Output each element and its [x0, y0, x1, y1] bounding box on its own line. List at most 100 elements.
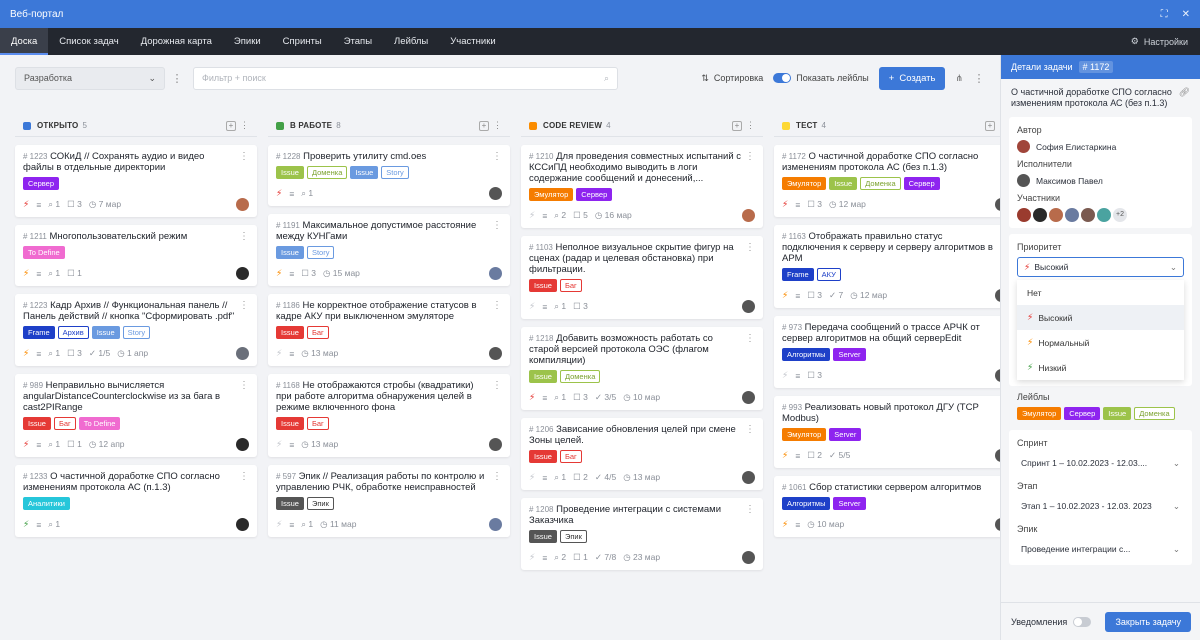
- kebab-menu-icon[interactable]: ⋮: [745, 424, 755, 435]
- kebab-menu-icon[interactable]: ⋮: [239, 231, 249, 242]
- label-tag[interactable]: Доменка: [559, 370, 601, 383]
- sort-button[interactable]: ⇅ Сортировка: [701, 73, 763, 84]
- stage-select[interactable]: Этап 1 – 10.02.2023 - 12.03. 2023 ⌄: [1017, 496, 1184, 516]
- task-card[interactable]: # 1210 Для проведения совместных испытан…: [521, 145, 763, 228]
- kebab-menu-icon[interactable]: ⋮: [239, 300, 249, 311]
- nav-item-6[interactable]: Лейблы: [383, 28, 439, 55]
- kebab-menu-icon[interactable]: ⋮: [493, 120, 502, 131]
- show-labels-toggle[interactable]: Показать лейблы: [773, 73, 869, 83]
- kebab-menu-icon[interactable]: ⋮: [745, 504, 755, 515]
- filter-input[interactable]: Фильтр + поиск ⌕: [193, 66, 618, 90]
- avatar[interactable]: [489, 187, 502, 200]
- avatar[interactable]: [489, 347, 502, 360]
- label-tag[interactable]: Issue: [1103, 407, 1132, 420]
- label-tag[interactable]: Frame: [782, 268, 814, 281]
- label-tag[interactable]: Баг: [53, 417, 76, 430]
- avatar[interactable]: [742, 471, 755, 484]
- label-tag[interactable]: Архив: [57, 326, 89, 339]
- task-card[interactable]: # 1208 Проведение интеграции с системами…: [521, 498, 763, 570]
- label-tag[interactable]: Эмулятор: [1017, 407, 1062, 420]
- participants-more[interactable]: +2: [1113, 208, 1127, 222]
- close-icon[interactable]: ✕: [1182, 9, 1190, 20]
- epic-select[interactable]: Проведение интеграции с... ⌄: [1017, 539, 1184, 559]
- label-tag[interactable]: Issue: [276, 246, 304, 259]
- kebab-menu-icon[interactable]: ⋮: [239, 380, 249, 391]
- label-tag[interactable]: Доменка: [306, 166, 348, 179]
- label-tag[interactable]: Issue: [829, 177, 858, 190]
- kebab-menu-icon[interactable]: ⋮: [745, 151, 755, 162]
- task-card[interactable]: # 1211 Многопользовательский режим ⋮ To De…: [15, 225, 257, 286]
- label-tag[interactable]: Сервер: [1064, 407, 1101, 420]
- toggle-switch[interactable]: [773, 73, 792, 83]
- kebab-menu-icon[interactable]: ⋮: [745, 242, 755, 253]
- nav-item-3[interactable]: Эпики: [223, 28, 272, 55]
- sprint-select[interactable]: Спринт 1 – 10.02.2023 - 12.03.... ⌄: [1017, 453, 1184, 473]
- author-row[interactable]: София Елистаркина: [1017, 140, 1184, 153]
- priority-option[interactable]: Нет: [1017, 280, 1184, 305]
- kebab-menu-icon[interactable]: ⋮: [492, 380, 502, 391]
- label-tag[interactable]: Issue: [529, 279, 557, 292]
- label-tag[interactable]: Frame: [23, 326, 55, 339]
- task-card[interactable]: # 1218 Добавить возможность работать со …: [521, 327, 763, 410]
- label-tag[interactable]: Issue: [529, 450, 557, 463]
- label-tag[interactable]: Алгоритмы: [782, 348, 831, 361]
- kebab-menu-icon[interactable]: ⋮: [492, 220, 502, 231]
- label-tag[interactable]: Server: [833, 348, 866, 361]
- priority-option[interactable]: ⚡︎ Нормальный: [1017, 330, 1184, 355]
- avatar[interactable]: [236, 267, 249, 280]
- project-select[interactable]: Разработка ⌄: [15, 66, 165, 90]
- label-tag[interactable]: Server: [833, 497, 866, 510]
- label-tag[interactable]: Эпик: [559, 530, 587, 543]
- task-card[interactable]: # 1103 Неполное визуальное скрытие фигур…: [521, 236, 763, 319]
- nav-item-1[interactable]: Список задач: [48, 28, 129, 55]
- close-task-button[interactable]: Закрыть задачу: [1105, 611, 1191, 632]
- label-tag[interactable]: Issue: [529, 370, 557, 383]
- task-card[interactable]: # 597 Эпик // Реализация работы по контр…: [268, 465, 510, 537]
- task-card[interactable]: # 1172 О частичной доработке СПО согласн…: [774, 145, 1016, 217]
- notifications-toggle[interactable]: [1073, 616, 1092, 627]
- task-card[interactable]: # 1061 Сбор статистики сервером алгоритм…: [774, 476, 1016, 537]
- kebab-menu-icon[interactable]: ⋮: [492, 151, 502, 162]
- task-card[interactable]: # 1191 Максимальное допустимое расстояни…: [268, 214, 510, 286]
- priority-option[interactable]: ⚡︎ Высокий: [1017, 305, 1184, 330]
- priority-option[interactable]: ⚡︎ Низкий: [1017, 355, 1184, 380]
- avatar[interactable]: [742, 551, 755, 564]
- label-tag[interactable]: Сервер: [576, 188, 613, 201]
- avatar[interactable]: [742, 209, 755, 222]
- task-card[interactable]: # 1223 СОКиД // Сохранять аудио и видео …: [15, 145, 257, 217]
- label-tag[interactable]: Issue: [529, 530, 557, 543]
- kebab-menu-icon[interactable]: ⋮: [746, 120, 755, 131]
- label-tag[interactable]: Issue: [276, 166, 304, 179]
- task-card[interactable]: # 1168 Не отображаются стробы (квадратик…: [268, 374, 510, 457]
- task-card[interactable]: # 973 Передача сообщений о трассе АРЧК о…: [774, 316, 1016, 388]
- add-card-icon[interactable]: +: [226, 120, 236, 131]
- avatar[interactable]: [742, 391, 755, 404]
- nav-item-2[interactable]: Дорожная карта: [130, 28, 223, 55]
- kebab-menu-icon[interactable]: ⋮: [492, 471, 502, 482]
- task-card[interactable]: # 1186 Не корректное отображение статусо…: [268, 294, 510, 366]
- label-tag[interactable]: Story: [381, 166, 409, 179]
- label-tag[interactable]: АКУ: [816, 268, 841, 281]
- avatar[interactable]: [489, 438, 502, 451]
- task-card[interactable]: # 989 Неправильно вычисляется angularDis…: [15, 374, 257, 457]
- label-tag[interactable]: Issue: [276, 417, 304, 430]
- avatar[interactable]: [236, 198, 249, 211]
- avatar[interactable]: [236, 518, 249, 531]
- share-icon[interactable]: ⋔: [955, 73, 963, 84]
- task-card[interactable]: # 993 Реализовать новый протокол ДГУ (TC…: [774, 396, 1016, 468]
- label-tag[interactable]: Сервер: [903, 177, 940, 190]
- assignee-row[interactable]: Максимов Павел: [1017, 174, 1184, 187]
- avatar[interactable]: [236, 438, 249, 451]
- kebab-menu-icon[interactable]: ⋮: [973, 72, 985, 85]
- nav-item-4[interactable]: Спринты: [272, 28, 333, 55]
- label-tag[interactable]: Эмулятор: [529, 188, 574, 201]
- kebab-menu-icon[interactable]: ⋮: [239, 151, 249, 162]
- label-tag[interactable]: Эпик: [306, 497, 334, 510]
- kebab-menu-icon[interactable]: ⋮: [171, 72, 183, 85]
- label-tag[interactable]: Issue: [91, 326, 120, 339]
- task-card[interactable]: # 1163 Отображать правильно статус подкл…: [774, 225, 1016, 308]
- add-card-icon[interactable]: +: [479, 120, 489, 131]
- avatar[interactable]: [489, 267, 502, 280]
- kebab-menu-icon[interactable]: ⋮: [240, 120, 249, 131]
- task-card[interactable]: # 1223 Кадр Архив // Функциональная пане…: [15, 294, 257, 366]
